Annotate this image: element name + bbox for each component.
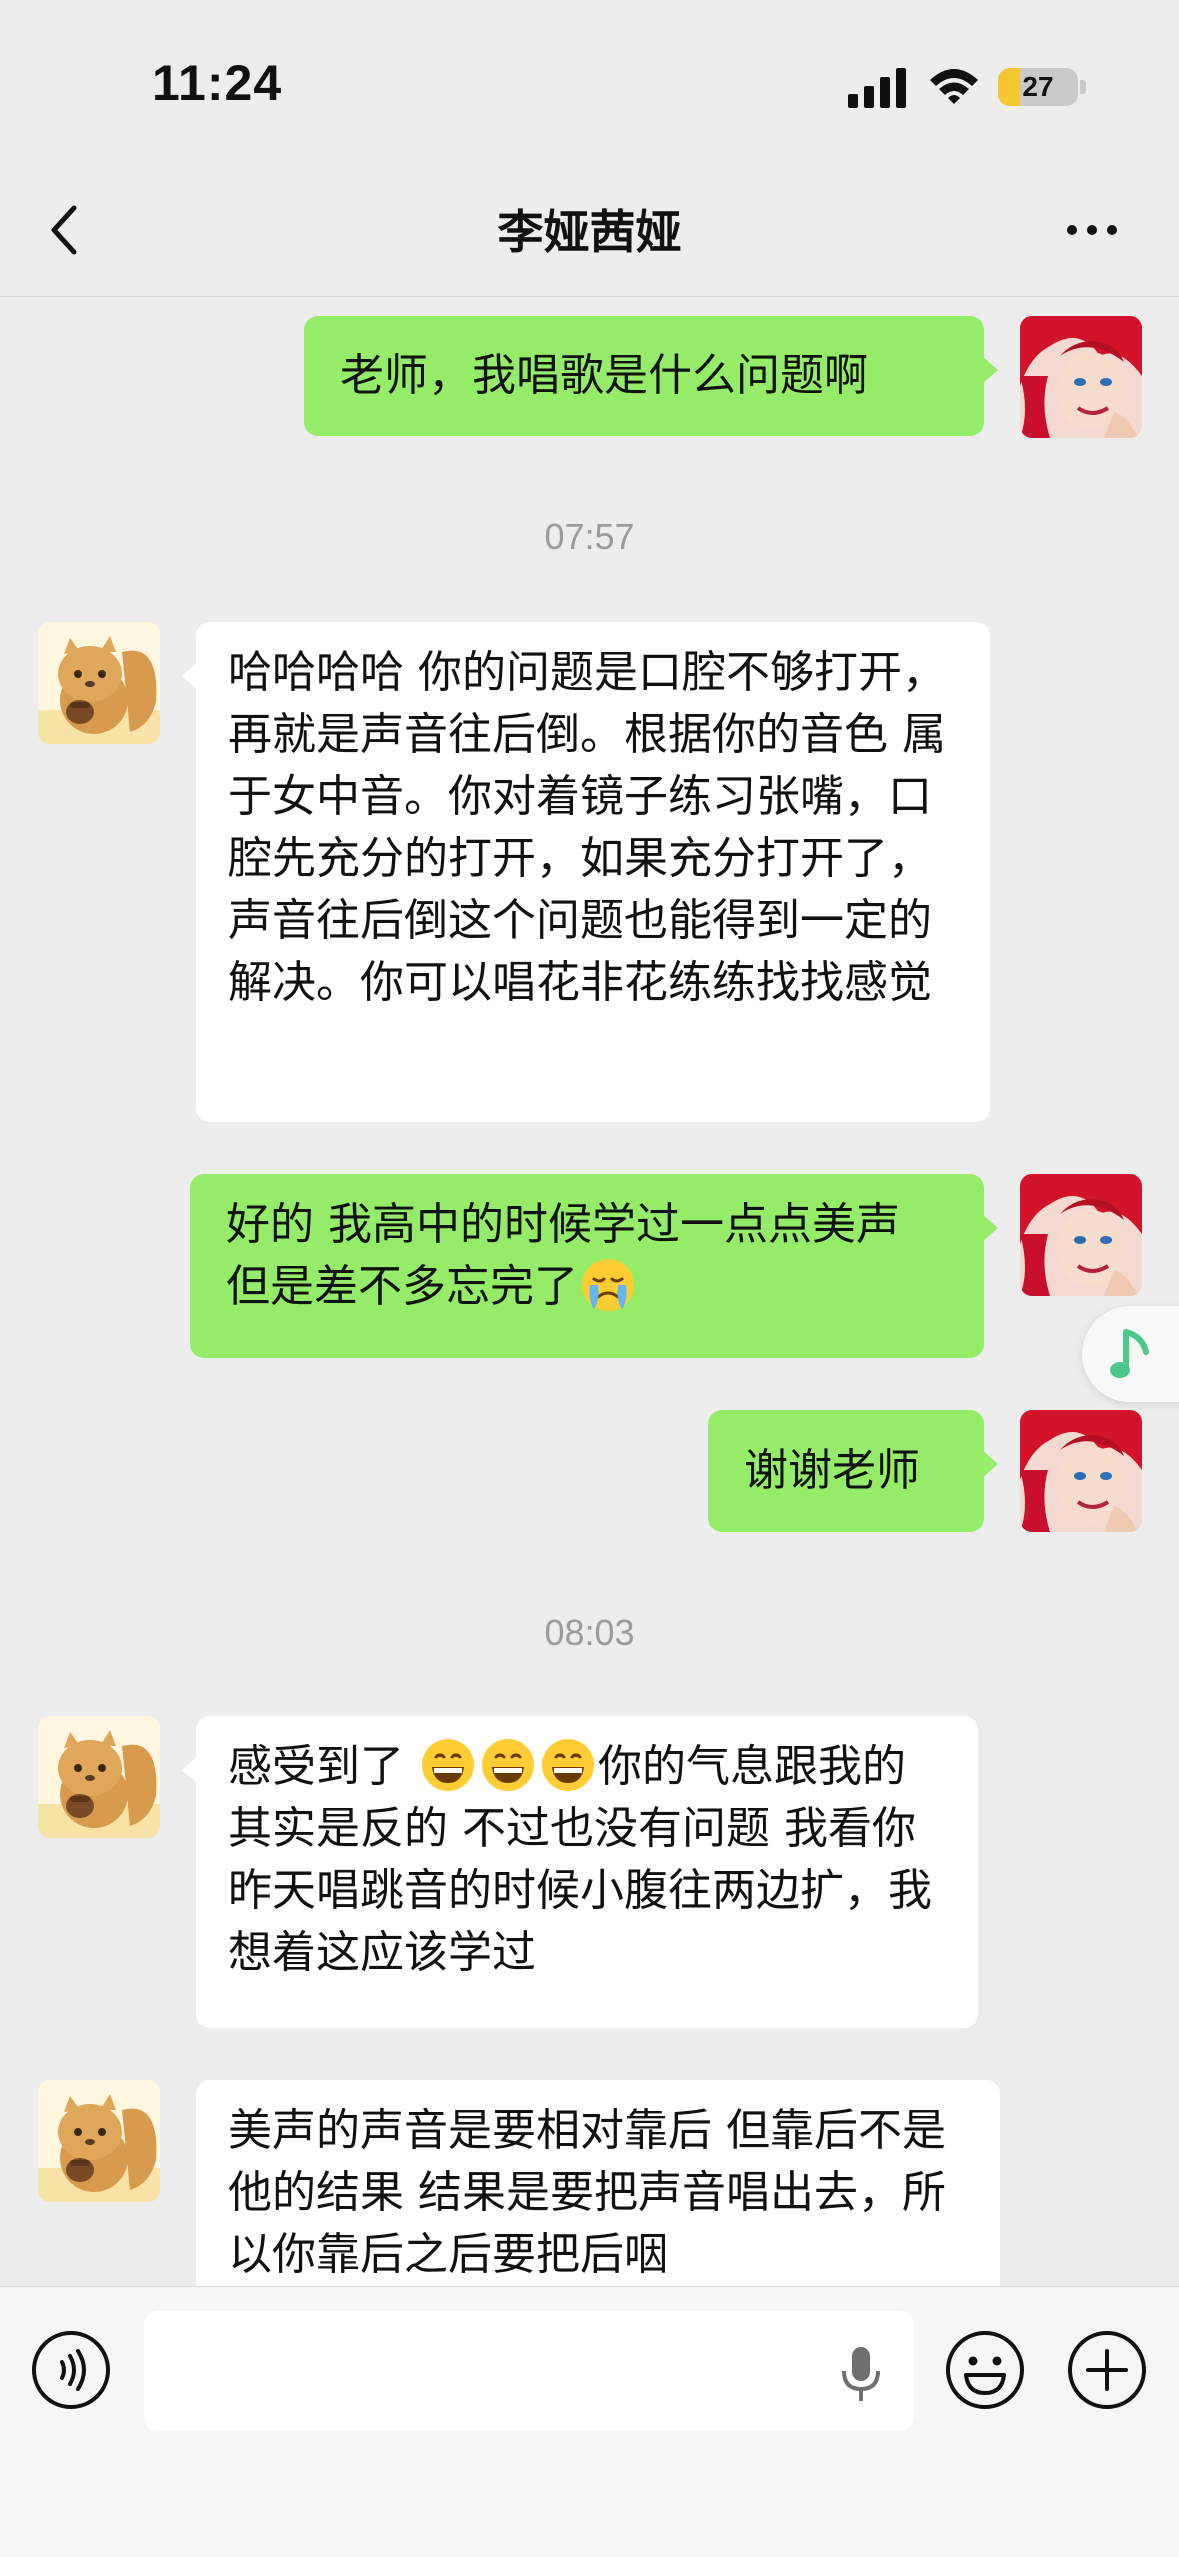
chat-input-bar: [0, 2286, 1179, 2557]
status-time: 11:24: [152, 55, 283, 111]
my-avatar[interactable]: [1020, 316, 1142, 438]
wifi-icon: [930, 69, 978, 104]
message-text: 谢谢老师: [744, 1445, 920, 1496]
contact-avatar[interactable]: [38, 2080, 160, 2202]
my-avatar[interactable]: [1020, 1410, 1142, 1532]
timestamp: 08:03: [544, 1612, 635, 1653]
plus-circle-icon[interactable]: [1066, 2329, 1148, 2411]
message-text: 感受到了: [228, 1741, 418, 1792]
message-input[interactable]: [144, 2311, 914, 2431]
microphone-icon[interactable]: [838, 2343, 884, 2405]
contact-avatar[interactable]: [38, 1716, 160, 1838]
message-bubble-mine[interactable]: 谢谢老师: [708, 1410, 998, 1532]
battery-indicator: 27: [998, 68, 1078, 106]
ellipsis-icon[interactable]: [1062, 210, 1122, 250]
voice-input-icon[interactable]: [30, 2329, 112, 2411]
floating-music-button[interactable]: [1082, 1306, 1179, 1402]
message-text: 老师，我唱歌是什么问题啊: [340, 350, 868, 401]
smiley-icon[interactable]: [944, 2329, 1026, 2411]
message-text: 哈哈哈哈 你的问题是口腔不够打开，再就是声音往后倒。根据你的音色 属于女中音。你…: [228, 647, 946, 1008]
contact-avatar[interactable]: [38, 622, 160, 744]
timestamp: 07:57: [544, 516, 635, 557]
message-bubble-other[interactable]: 感受到了 你的气息跟我的其实是反的 不过也没有问题 我看你昨天唱跳音的时候小腹往…: [182, 1716, 978, 2028]
grinning-face-icon: [480, 1737, 536, 1793]
status-bar: 11:24 27: [0, 0, 1179, 170]
message-text: 好的 我高中的时候学过一点点美声 但是差不多忘完了: [226, 1199, 900, 1312]
battery-cap: [1080, 80, 1086, 94]
chat-header: 李娅茜娅: [0, 170, 1179, 297]
grinning-face-icon: [540, 1737, 596, 1793]
grinning-face-icon: [420, 1737, 476, 1793]
crying-face-icon: [580, 1257, 636, 1313]
cellular-signal-icon: [848, 68, 906, 108]
my-avatar[interactable]: [1020, 1174, 1142, 1296]
message-text: 美声的声音是要相对靠后 但靠后不是他的结果 结果是要把声音唱出去，所以你靠后之后…: [228, 2105, 946, 2280]
battery-percentage: 27: [1022, 71, 1054, 102]
message-bubble-mine[interactable]: 好的 我高中的时候学过一点点美声 但是差不多忘完了: [190, 1174, 998, 1358]
message-bubble-mine[interactable]: 老师，我唱歌是什么问题啊: [304, 316, 998, 436]
music-note-icon: [1110, 1329, 1149, 1378]
message-bubble-other[interactable]: 哈哈哈哈 你的问题是口腔不够打开，再就是声音往后倒。根据你的音色 属于女中音。你…: [182, 622, 990, 1122]
chat-title: 李娅茜娅: [497, 205, 682, 259]
